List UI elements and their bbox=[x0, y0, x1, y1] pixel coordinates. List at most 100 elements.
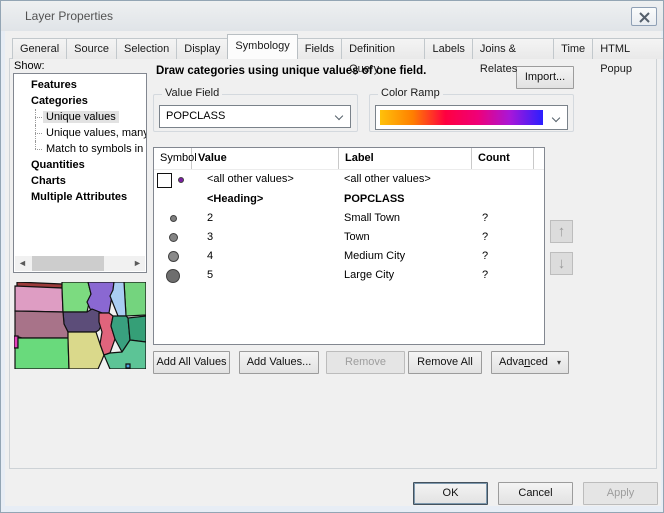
horizontal-scrollbar[interactable]: ◄ ► bbox=[15, 256, 145, 271]
tab-time[interactable]: Time bbox=[553, 38, 593, 59]
table-row[interactable]: 4Medium City? bbox=[154, 247, 544, 266]
symbol-cell[interactable] bbox=[154, 170, 192, 190]
map-state-wisconsin bbox=[87, 282, 114, 313]
count-cell bbox=[472, 170, 534, 190]
symbol-cell[interactable] bbox=[154, 247, 192, 266]
ok-button[interactable]: OK bbox=[413, 482, 488, 505]
import-button[interactable]: Import... bbox=[516, 66, 574, 89]
close-button[interactable] bbox=[631, 7, 657, 26]
value-cell: 5 bbox=[192, 266, 339, 285]
tab-display[interactable]: Display bbox=[176, 38, 228, 59]
color-ramp-group-label: Color Ramp bbox=[378, 87, 443, 99]
advanced-label-post: ced bbox=[530, 356, 548, 368]
value-cell: 4 bbox=[192, 247, 339, 266]
move-up-button[interactable]: ↑ bbox=[550, 220, 573, 243]
point-symbol-swatch[interactable] bbox=[169, 233, 178, 242]
apply-button[interactable]: Apply bbox=[583, 482, 658, 505]
tree-item-label: Unique values, many bbox=[43, 127, 147, 139]
tab-definition-query[interactable]: Definition Query bbox=[341, 38, 425, 59]
column-header-count[interactable]: Count bbox=[472, 148, 534, 169]
color-ramp-dropdown[interactable] bbox=[375, 105, 568, 130]
map-state-kansas bbox=[15, 338, 69, 369]
table-row[interactable]: 2Small Town? bbox=[154, 209, 544, 228]
map-state-colorado-sliver bbox=[14, 336, 18, 348]
tree-item-multiple-attributes[interactable]: Multiple Attributes bbox=[14, 189, 146, 205]
table-row[interactable]: <all other values><all other values> bbox=[154, 170, 544, 190]
tree-item-features[interactable]: Features bbox=[14, 77, 146, 93]
value-cell: 2 bbox=[192, 209, 339, 228]
count-cell: ? bbox=[472, 228, 534, 247]
value-cell: 3 bbox=[192, 228, 339, 247]
table-row[interactable]: 5Large City? bbox=[154, 266, 544, 285]
point-symbol-swatch[interactable] bbox=[166, 269, 180, 283]
column-header-symbol[interactable]: Symbol bbox=[154, 148, 192, 169]
tree-item-label: Features bbox=[28, 79, 80, 91]
chevron-down-icon bbox=[335, 112, 343, 120]
tab-html-popup[interactable]: HTML Popup bbox=[592, 38, 664, 59]
add-all-values-button[interactable]: Add All Values bbox=[153, 351, 230, 374]
tab-selection[interactable]: Selection bbox=[116, 38, 177, 59]
unique-values-table[interactable]: SymbolValueLabelCount <all other values>… bbox=[153, 147, 545, 345]
column-header-blank[interactable] bbox=[534, 148, 544, 169]
tree-item-label: Match to symbols in a bbox=[43, 143, 147, 155]
map-state-ohio-edge bbox=[128, 316, 146, 342]
chevron-down-icon bbox=[552, 114, 560, 122]
map-state-nebraska bbox=[15, 311, 68, 338]
tree-item-unique-values[interactable]: Unique values bbox=[14, 109, 146, 125]
tree-item-label: Categories bbox=[28, 95, 91, 107]
tree-item-charts[interactable]: Charts bbox=[14, 173, 146, 189]
value-cell: <Heading> bbox=[192, 190, 339, 209]
label-cell: Town bbox=[339, 228, 472, 247]
tree-item-label: Quantities bbox=[28, 159, 88, 171]
dropdown-arrow-icon: ▾ bbox=[557, 358, 561, 367]
cancel-button[interactable]: Cancel bbox=[498, 482, 573, 505]
symbol-cell[interactable] bbox=[154, 190, 192, 209]
scrollbar-thumb[interactable] bbox=[32, 256, 104, 271]
table-header: SymbolValueLabelCount bbox=[154, 148, 544, 170]
tab-general[interactable]: General bbox=[12, 38, 67, 59]
symbology-map-preview bbox=[14, 282, 146, 369]
value-field-selected: POPCLASS bbox=[166, 106, 225, 127]
point-symbol-swatch[interactable] bbox=[178, 177, 184, 183]
tree-item-categories[interactable]: Categories bbox=[14, 93, 146, 109]
count-cell bbox=[472, 190, 534, 209]
symbol-cell[interactable] bbox=[154, 266, 192, 285]
point-symbol-swatch[interactable] bbox=[170, 215, 177, 222]
tab-labels[interactable]: Labels bbox=[424, 38, 472, 59]
tree-item-match-to-symbols-in-a[interactable]: Match to symbols in a bbox=[14, 141, 146, 157]
table-row[interactable]: 3Town? bbox=[154, 228, 544, 247]
scroll-left-icon[interactable]: ◄ bbox=[15, 256, 30, 271]
tree-item-quantities[interactable]: Quantities bbox=[14, 157, 146, 173]
add-values-button[interactable]: Add Values... bbox=[239, 351, 319, 374]
tab-symbology[interactable]: Symbology bbox=[227, 34, 297, 59]
column-header-label[interactable]: Label bbox=[339, 148, 472, 169]
map-preview-image bbox=[14, 282, 146, 369]
scrollbar-track[interactable] bbox=[30, 256, 130, 271]
tab-joins-relates[interactable]: Joins & Relates bbox=[472, 38, 554, 59]
up-arrow-icon: ↑ bbox=[558, 223, 566, 240]
tree-item-label: Unique values bbox=[43, 111, 119, 123]
tab-fields[interactable]: Fields bbox=[297, 38, 342, 59]
advanced-label-pre: Adva bbox=[499, 356, 524, 368]
move-down-button[interactable]: ↓ bbox=[550, 252, 573, 275]
table-row[interactable]: <Heading>POPCLASS bbox=[154, 190, 544, 209]
tab-strip: GeneralSourceSelectionDisplaySymbologyFi… bbox=[12, 36, 663, 59]
scroll-right-icon[interactable]: ► bbox=[130, 256, 145, 271]
window-title: Layer Properties bbox=[25, 1, 113, 31]
all-other-values-checkbox[interactable] bbox=[157, 173, 172, 188]
tab-source[interactable]: Source bbox=[66, 38, 117, 59]
remove-button[interactable]: Remove bbox=[326, 351, 405, 374]
tree-item-label: Charts bbox=[28, 175, 69, 187]
map-state-south-dakota bbox=[15, 286, 63, 312]
map-state-minnesota bbox=[62, 282, 91, 312]
value-field-dropdown[interactable]: POPCLASS bbox=[159, 105, 351, 128]
advanced-button[interactable]: Advanced ▾ bbox=[491, 351, 569, 374]
column-header-value[interactable]: Value bbox=[192, 148, 339, 169]
symbol-cell[interactable] bbox=[154, 209, 192, 228]
tree-item-unique-values-many[interactable]: Unique values, many bbox=[14, 125, 146, 141]
point-symbol-swatch[interactable] bbox=[168, 251, 179, 262]
remove-all-button[interactable]: Remove All bbox=[408, 351, 482, 374]
title-bar[interactable]: Layer Properties bbox=[1, 1, 663, 31]
layer-properties-dialog: Layer Properties GeneralSourceSelectionD… bbox=[0, 0, 664, 513]
symbol-cell[interactable] bbox=[154, 228, 192, 247]
